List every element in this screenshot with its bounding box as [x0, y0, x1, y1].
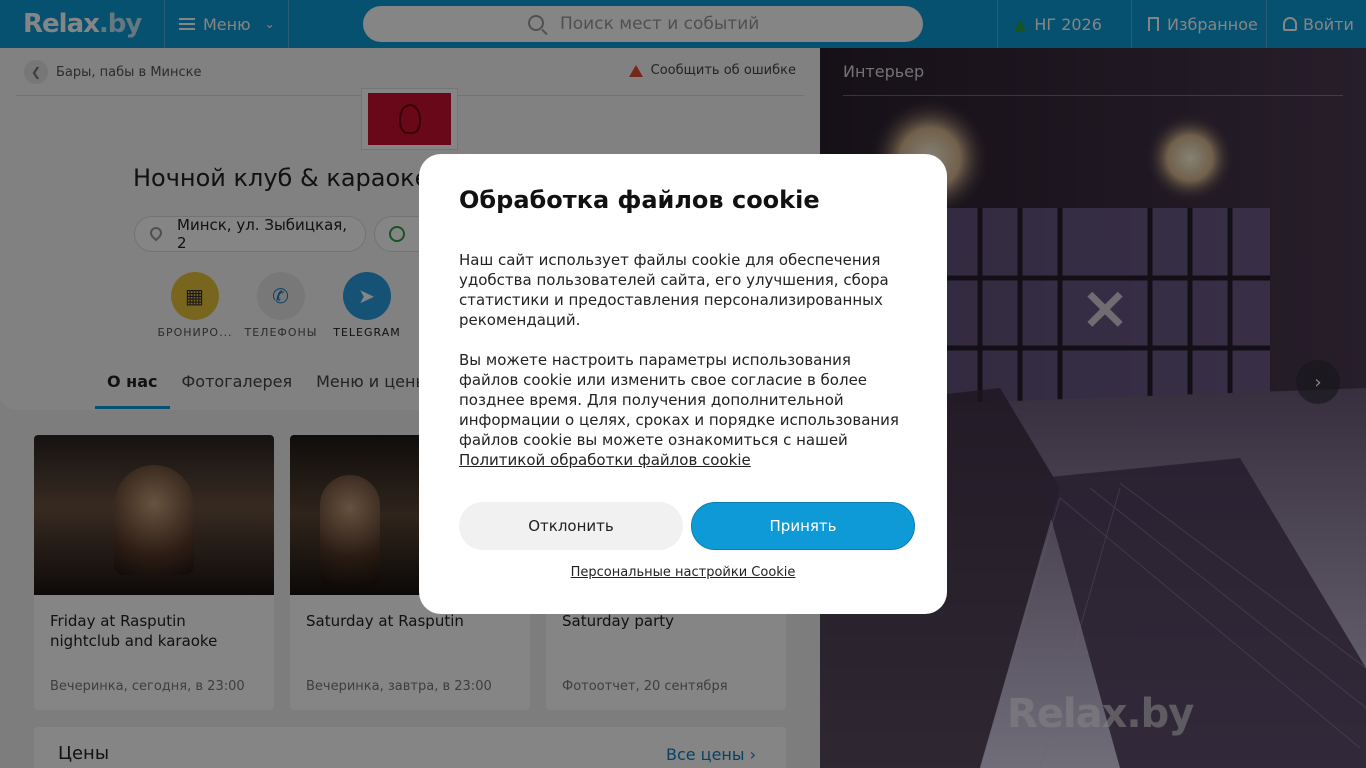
cookie-dialog: Обработка файлов cookie Наш сайт использ… — [419, 154, 947, 614]
personal-settings-link[interactable]: Персональные настройки Cookie — [419, 565, 947, 580]
cookie-buttons: Отклонить Принять — [459, 502, 915, 550]
cookie-policy-link[interactable]: Политикой обработки файлов cookie — [459, 451, 751, 469]
cookie-text-2: Вы можете настроить параметры использова… — [459, 350, 907, 470]
cookie-text-2-body: Вы можете настроить параметры использова… — [459, 351, 899, 449]
accept-button[interactable]: Принять — [691, 502, 915, 550]
decline-button[interactable]: Отклонить — [459, 502, 683, 550]
cookie-text-1: Наш сайт использует файлы cookie для обе… — [459, 251, 889, 329]
cookie-title: Обработка файлов cookie — [459, 186, 820, 214]
